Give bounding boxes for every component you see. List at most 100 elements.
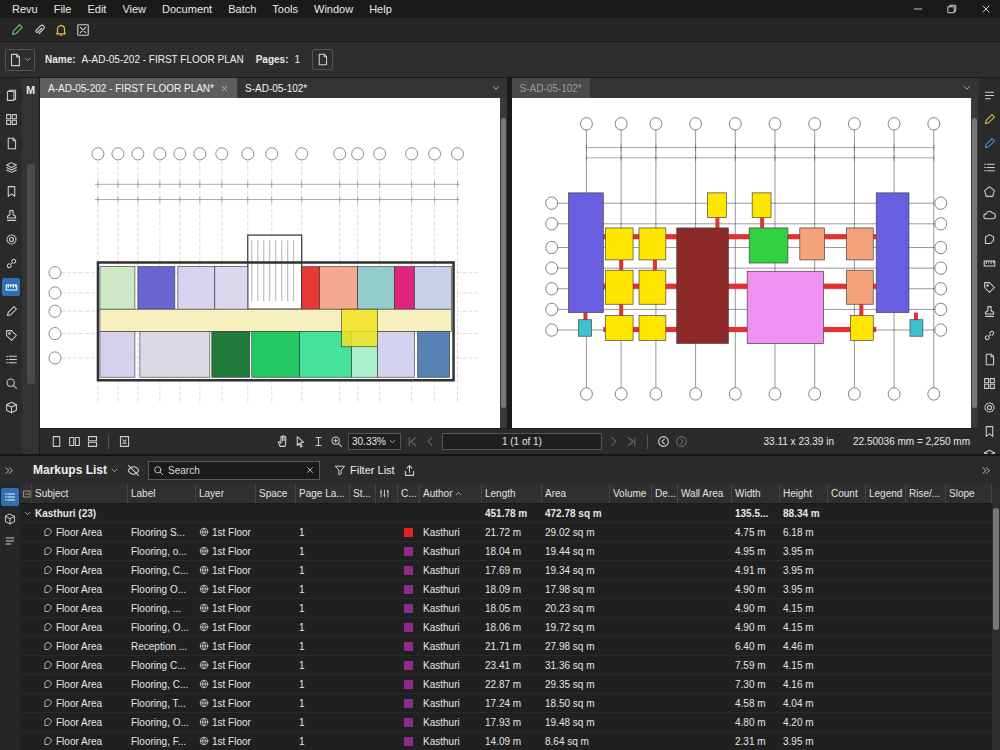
cloud-icon[interactable] — [983, 209, 996, 222]
doc-icon[interactable] — [5, 137, 18, 150]
room-area[interactable] — [178, 267, 215, 310]
chevron-down-icon[interactable] — [491, 83, 501, 93]
footing-block[interactable] — [846, 228, 873, 260]
next-icon[interactable] — [607, 435, 620, 448]
double-chevron-icon[interactable] — [4, 465, 15, 476]
column-header[interactable]: Area — [542, 484, 610, 503]
panel-button[interactable] — [2, 158, 20, 176]
search-icon[interactable] — [153, 465, 164, 476]
table-row[interactable]: Floor AreaFlooring, C...1st Floor1Kasthu… — [20, 561, 992, 580]
tool-button[interactable] — [980, 206, 998, 224]
close-icon[interactable] — [220, 84, 229, 93]
hand-icon[interactable] — [276, 435, 289, 448]
tool-button[interactable] — [980, 158, 998, 176]
page-field[interactable]: 1 (1 of 1) — [442, 433, 602, 450]
grid-icon[interactable] — [5, 113, 18, 126]
footing-block[interactable] — [747, 271, 823, 343]
column-header[interactable]: Layer — [196, 484, 256, 503]
menu-item[interactable]: Tools — [264, 3, 306, 15]
room-area[interactable] — [252, 332, 300, 378]
document-tab[interactable]: S-AD-05-102* — [512, 78, 590, 98]
doc-icon[interactable] — [316, 53, 329, 66]
panel-button[interactable] — [2, 374, 20, 392]
column-header[interactable]: Page La... — [296, 484, 350, 503]
tool-button[interactable] — [980, 374, 998, 392]
link-icon[interactable] — [983, 329, 996, 342]
room-area[interactable] — [358, 267, 395, 310]
link-icon[interactable] — [5, 257, 18, 270]
tool-button[interactable] — [980, 182, 998, 200]
footing-block[interactable] — [909, 320, 922, 337]
pen-icon[interactable] — [10, 23, 24, 37]
menu-item[interactable]: Batch — [220, 3, 264, 15]
room-area[interactable] — [320, 267, 358, 310]
table-row[interactable]: Floor AreaFlooring, O...1st Floor1Kasthu… — [20, 618, 992, 637]
eye-off-icon[interactable] — [127, 464, 140, 477]
chevron-down-icon[interactable] — [110, 466, 119, 475]
panel-button[interactable] — [2, 302, 20, 320]
columns-icon[interactable] — [379, 488, 390, 499]
column-header[interactable]: Volume — [610, 484, 652, 503]
room-area[interactable] — [215, 267, 248, 310]
panel-button[interactable] — [2, 326, 20, 344]
group-row[interactable]: Kasthuri (23)451.78 m472.78 sq m135.5...… — [20, 504, 992, 523]
footing-block[interactable] — [578, 320, 591, 337]
stamp-icon[interactable] — [5, 209, 18, 222]
restore-icon[interactable] — [946, 3, 958, 15]
chevron-down-icon[interactable] — [23, 55, 32, 64]
footing-block[interactable] — [639, 270, 666, 304]
drawing-canvas[interactable] — [40, 98, 500, 428]
tag-icon[interactable] — [983, 281, 996, 294]
column-header[interactable] — [376, 484, 398, 503]
tool-button[interactable] — [980, 254, 998, 272]
panel-button[interactable] — [2, 110, 20, 128]
column-header[interactable]: Count — [828, 484, 866, 503]
structural-plan-drawing[interactable] — [512, 98, 972, 428]
footing-block[interactable] — [707, 193, 726, 218]
room-area[interactable] — [100, 309, 452, 331]
table-row[interactable]: Floor AreaFlooring O...1st Floor1Kasthur… — [20, 580, 992, 599]
table-row[interactable]: Floor AreaFlooring C...1st Floor1Kasthur… — [20, 656, 992, 675]
menu-item[interactable]: Edit — [79, 3, 114, 15]
footing-block[interactable] — [639, 316, 666, 341]
funnel-icon[interactable] — [334, 464, 346, 476]
footing-block[interactable] — [639, 228, 666, 260]
collapse-all[interactable] — [20, 484, 32, 503]
chevron-up-icon[interactable] — [454, 489, 463, 498]
markups-side-tab[interactable] — [1, 488, 19, 506]
column-header[interactable]: Space — [256, 484, 296, 503]
panel-button[interactable] — [2, 350, 20, 368]
tool-button[interactable] — [980, 302, 998, 320]
room-area[interactable] — [138, 267, 175, 310]
scroll-thumb[interactable] — [993, 508, 999, 630]
footing-block[interactable] — [605, 316, 633, 341]
column-header[interactable]: Rise/... — [906, 484, 946, 503]
tool-button[interactable] — [980, 326, 998, 344]
tool-button[interactable] — [980, 134, 998, 152]
panel-button[interactable] — [2, 134, 20, 152]
doc-icon[interactable] — [8, 53, 22, 67]
export-icon[interactable] — [403, 464, 416, 477]
menu-item[interactable]: View — [114, 3, 154, 15]
shape-icon[interactable] — [983, 185, 996, 198]
list-icon[interactable] — [983, 161, 996, 174]
menu-item[interactable]: File — [46, 3, 80, 15]
menu-item[interactable]: Revu — [4, 3, 46, 15]
markups-title[interactable]: Markups List — [33, 463, 119, 477]
page-double-icon[interactable] — [68, 435, 81, 448]
list-icon[interactable] — [4, 491, 16, 503]
tool-icon[interactable] — [76, 23, 90, 37]
table-row[interactable]: Floor AreaReception ...1st Floor1Kasthur… — [20, 637, 992, 656]
tab-menu[interactable] — [485, 78, 507, 98]
room-area[interactable] — [415, 267, 452, 310]
panel-button[interactable] — [2, 182, 20, 200]
room-area[interactable] — [100, 267, 135, 310]
column-header[interactable]: Subject — [32, 484, 128, 503]
room-area[interactable] — [342, 309, 378, 347]
table-row[interactable]: Floor AreaFlooring, ...1st Floor1Kasthur… — [20, 599, 992, 618]
room-area[interactable] — [302, 267, 320, 310]
column-header[interactable]: Length — [482, 484, 542, 503]
area-icon[interactable] — [983, 233, 996, 246]
last-icon[interactable] — [625, 435, 638, 448]
room-area[interactable] — [100, 332, 135, 378]
